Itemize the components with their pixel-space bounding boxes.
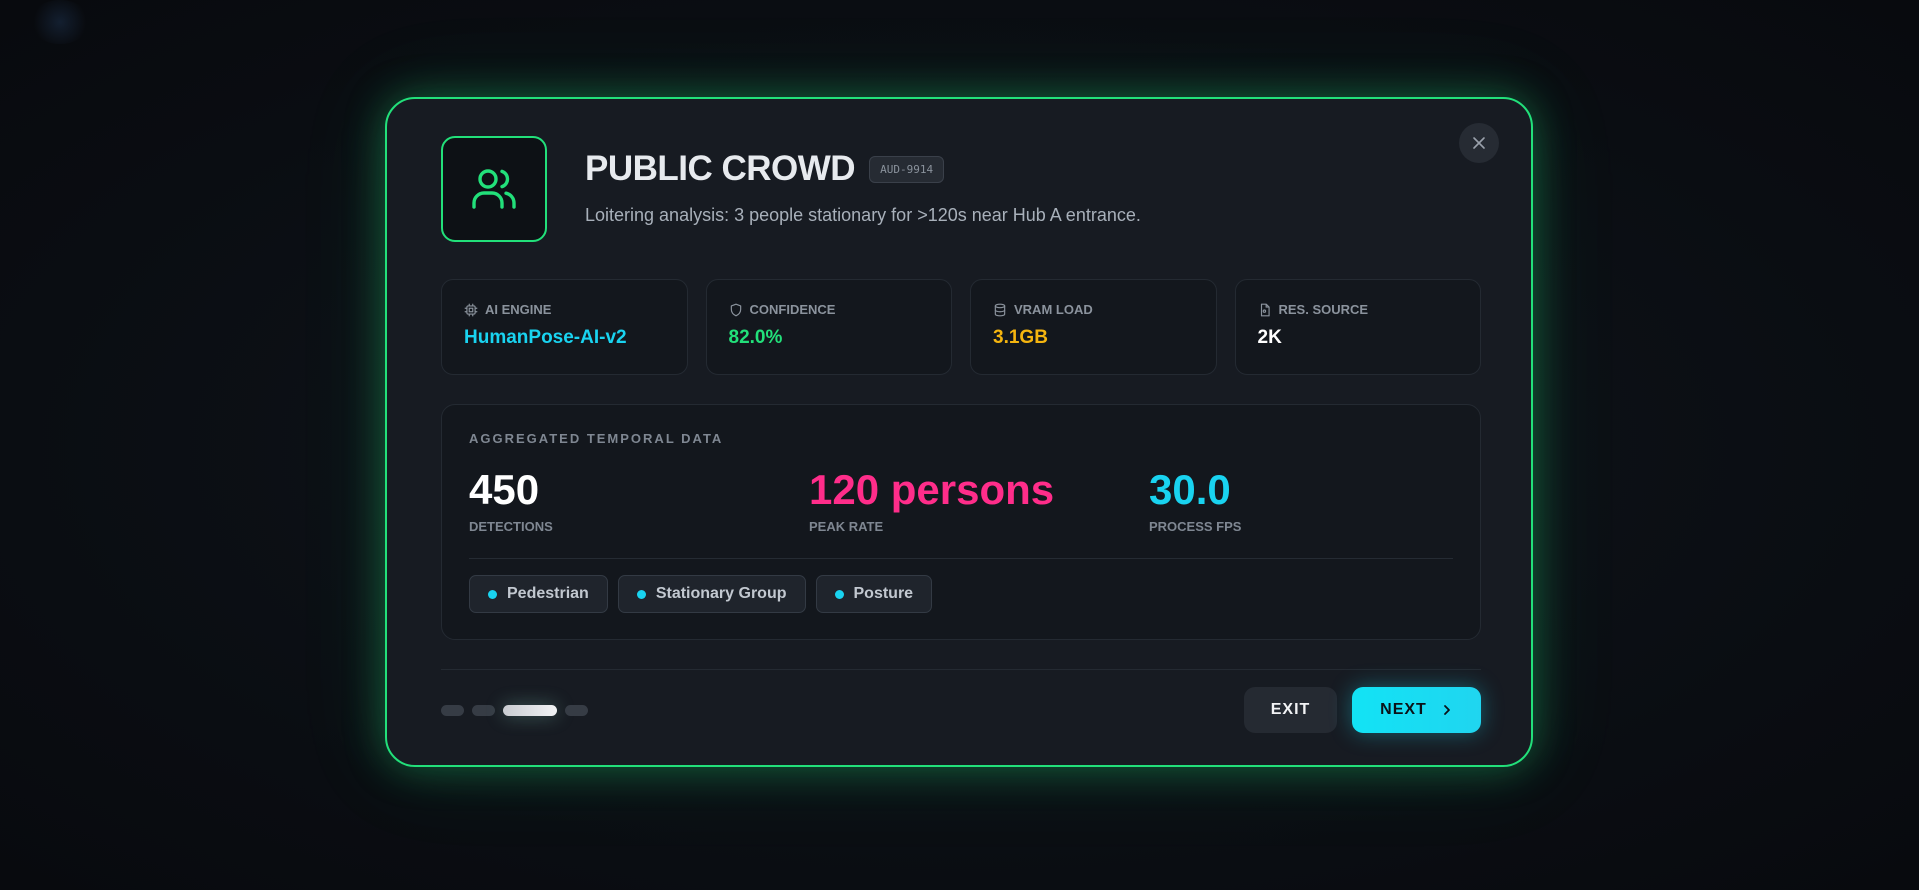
users-icon bbox=[472, 169, 516, 209]
tag-list: Pedestrian Stationary Group Posture bbox=[469, 575, 933, 613]
file-icon bbox=[1260, 303, 1270, 316]
event-description: Loitering analysis: 3 people stationary … bbox=[585, 205, 1141, 225]
chevron-right-icon bbox=[1443, 705, 1450, 715]
stat-value-ai-engine: HumanPose-AI-v2 bbox=[464, 327, 627, 348]
stat-label-row: VRAM LOAD bbox=[993, 302, 1194, 317]
pager-dot-4[interactable] bbox=[565, 705, 588, 716]
stat-label: VRAM LOAD bbox=[1014, 302, 1093, 317]
pager-dot-1[interactable] bbox=[441, 705, 464, 716]
exit-label: EXIT bbox=[1270, 701, 1311, 718]
tag-label: Stationary Group bbox=[655, 585, 787, 602]
step-pager bbox=[441, 705, 588, 716]
divider bbox=[469, 558, 1453, 559]
stat-card-res-source: RES. SOURCE 2K bbox=[1234, 279, 1481, 375]
tag-label: Posture bbox=[853, 585, 914, 602]
metric-value: 450 bbox=[469, 466, 540, 513]
stat-value-confidence: 82.0% bbox=[728, 327, 783, 348]
stat-label: RES. SOURCE bbox=[1278, 302, 1369, 317]
metric-label: PROCESS FPS bbox=[1149, 519, 1242, 535]
shield-icon bbox=[730, 303, 741, 316]
close-icon bbox=[1473, 137, 1485, 149]
stat-label: AI ENGINE bbox=[485, 302, 552, 317]
metric-process-fps: 30.0 PROCESS FPS bbox=[1149, 466, 1242, 535]
tag-label: Pedestrian bbox=[507, 585, 589, 602]
page-title: PUBLIC CROWD bbox=[585, 149, 856, 188]
tag-dot bbox=[488, 589, 497, 599]
tag-dot bbox=[636, 589, 646, 599]
pager-dot-2[interactable] bbox=[472, 705, 495, 716]
pager-dot-3-active[interactable] bbox=[503, 705, 557, 716]
stat-card-confidence: CONFIDENCE 82.0% bbox=[705, 279, 952, 375]
detection-modal: PUBLIC CROWD AUD-9914 Loitering analysis… bbox=[385, 97, 1533, 767]
stat-value-res-source: 2K bbox=[1257, 327, 1282, 348]
stats-row: AI ENGINE HumanPose-AI-v2 CONFIDENCE 82.… bbox=[441, 279, 1481, 375]
metric-value: 120 persons bbox=[809, 466, 1055, 513]
tag-pedestrian[interactable]: Pedestrian bbox=[469, 575, 608, 613]
audit-id-badge: AUD-9914 bbox=[869, 155, 945, 183]
metric-peak-rate: 120 persons PEAK RATE bbox=[809, 466, 1055, 535]
stat-label-row: CONFIDENCE bbox=[729, 302, 930, 317]
stat-label: CONFIDENCE bbox=[749, 302, 836, 317]
metric-value: 30.0 bbox=[1149, 466, 1231, 513]
background-blur bbox=[30, 0, 90, 44]
stat-card-ai-engine: AI ENGINE HumanPose-AI-v2 bbox=[441, 279, 688, 375]
users-icon-tile bbox=[441, 136, 547, 242]
metric-label: DETECTIONS bbox=[469, 519, 553, 535]
cpu-icon bbox=[464, 303, 478, 316]
stat-card-vram-load: VRAM LOAD 3.1GB bbox=[970, 279, 1217, 375]
section-title: AGGREGATED TEMPORAL DATA bbox=[469, 431, 724, 446]
stat-value-vram-load: 3.1GB bbox=[993, 327, 1048, 348]
temporal-data-panel: AGGREGATED TEMPORAL DATA 450 DETECTIONS … bbox=[441, 404, 1481, 640]
exit-button[interactable]: EXIT bbox=[1244, 687, 1337, 733]
metric-label: PEAK RATE bbox=[809, 519, 884, 535]
database-icon bbox=[994, 303, 1006, 316]
next-button[interactable]: NEXT bbox=[1352, 687, 1481, 733]
title-row: PUBLIC CROWD AUD-9914 bbox=[585, 149, 945, 189]
footer-divider bbox=[441, 669, 1481, 670]
stat-label-row: RES. SOURCE bbox=[1258, 302, 1459, 317]
close-button[interactable] bbox=[1459, 123, 1499, 163]
stat-label-row: AI ENGINE bbox=[464, 302, 665, 317]
metric-detections: 450 DETECTIONS bbox=[469, 466, 553, 535]
tag-dot bbox=[834, 589, 844, 599]
tag-posture[interactable]: Posture bbox=[815, 575, 933, 613]
tag-stationary-group[interactable]: Stationary Group bbox=[617, 575, 806, 613]
next-label: NEXT bbox=[1380, 701, 1427, 718]
